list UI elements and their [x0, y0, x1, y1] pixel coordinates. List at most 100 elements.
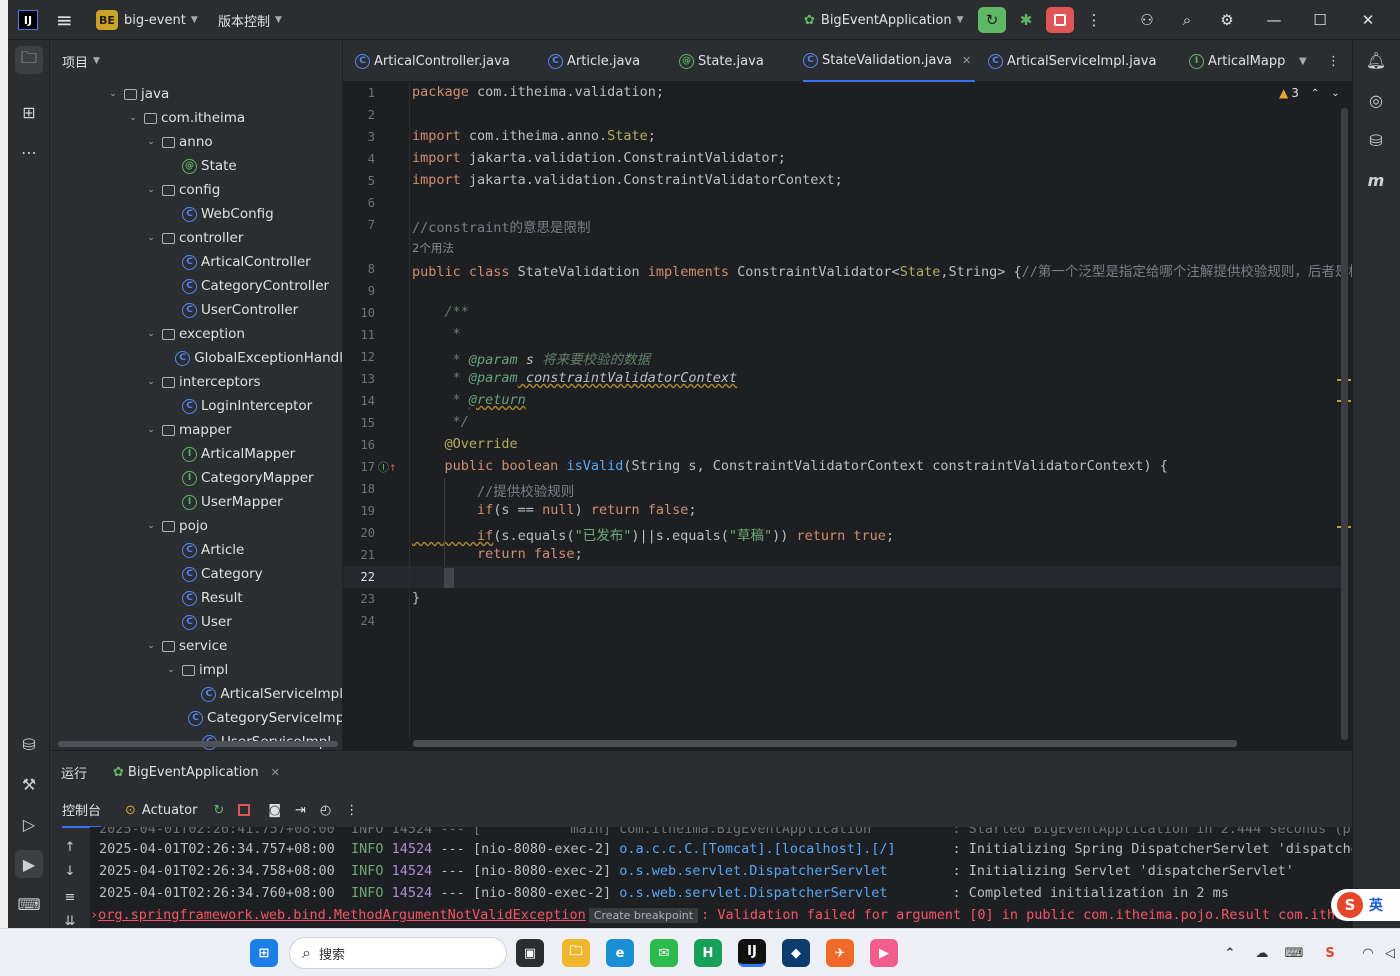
- project-horizontal-scrollbar[interactable]: [58, 741, 338, 747]
- tree-item[interactable]: C Result: [50, 586, 342, 610]
- implements-gutter-icon[interactable]: Ⓘ↑: [378, 459, 397, 475]
- arrow-up-icon[interactable]: ↑: [60, 837, 80, 857]
- soft-wrap-icon[interactable]: ≡: [60, 887, 80, 907]
- vcs-menu[interactable]: 版本控制 ▼: [218, 0, 282, 40]
- editor-vertical-scrollbar[interactable]: [1341, 108, 1348, 740]
- chevron-down-icon[interactable]: ⌄: [144, 641, 158, 651]
- inspection-widget[interactable]: ▲ 3 ⌃ ⌄: [1279, 86, 1340, 100]
- tree-item[interactable]: ⌄ interceptors: [50, 370, 342, 394]
- tree-item[interactable]: I ArticalMapper: [50, 442, 342, 466]
- tab-state[interactable]: @ State.java: [679, 40, 764, 82]
- close-window-button[interactable]: ✕: [1354, 7, 1382, 33]
- debug-button[interactable]: ✱: [1012, 7, 1040, 33]
- services-icon[interactable]: ▷: [15, 810, 43, 838]
- tree-item[interactable]: C User: [50, 610, 342, 634]
- tree-item[interactable]: ⌄ java: [50, 82, 342, 106]
- file-explorer-icon[interactable]: 🗀: [562, 939, 590, 967]
- terminal-icon[interactable]: ⌨: [15, 890, 43, 918]
- task-view-icon[interactable]: ▣: [516, 939, 544, 967]
- notifications-bell-icon[interactable]: 🔔︎: [1362, 46, 1390, 74]
- more-tools-icon[interactable]: ⋯: [15, 138, 43, 166]
- stop-icon[interactable]: [238, 804, 251, 816]
- project-selector[interactable]: BE big-event ▼: [96, 0, 198, 40]
- more-icon[interactable]: ⋮: [345, 803, 358, 818]
- project-folder-icon[interactable]: 🗀: [15, 46, 43, 74]
- database-icon[interactable]: ⛁: [15, 730, 43, 758]
- structure-icon[interactable]: ⊞: [15, 98, 43, 126]
- chevron-down-icon[interactable]: ⌄: [164, 665, 178, 675]
- scroll-to-end-icon[interactable]: ⇊: [60, 911, 80, 929]
- close-tab-icon[interactable]: ✕: [962, 54, 971, 67]
- tray-chevron-up-icon[interactable]: ⌃: [1216, 939, 1244, 967]
- close-tab-icon[interactable]: ✕: [271, 766, 280, 779]
- tree-item[interactable]: ⌄ controller: [50, 226, 342, 250]
- project-panel-header[interactable]: 项目 ▼: [50, 40, 342, 82]
- tree-item[interactable]: ⌄ exception: [50, 322, 342, 346]
- tree-item[interactable]: C UserController: [50, 298, 342, 322]
- restore-layout-icon[interactable]: ⇥: [295, 803, 306, 818]
- run-config-selector[interactable]: ✿ BigEventApplication ▼: [804, 0, 964, 40]
- tab-articalserviceimpl[interactable]: C ArticalServiceImpl.java: [988, 40, 1156, 82]
- console-tab[interactable]: 控制台: [62, 793, 102, 828]
- tree-item[interactable]: I CategoryMapper: [50, 466, 342, 490]
- edge-browser-icon[interactable]: e: [606, 939, 634, 967]
- chevron-down-icon[interactable]: ⌄: [144, 377, 158, 387]
- code-editor[interactable]: 1 2 3 4 5 6 7 8 9 10 11 12 13 14 15 16 1…: [343, 82, 1352, 750]
- chevron-down-icon[interactable]: ⌄: [144, 425, 158, 435]
- mysql-workbench-icon[interactable]: ◆: [782, 939, 810, 967]
- chevron-up-icon[interactable]: ⌃: [1311, 88, 1319, 99]
- rerun-icon[interactable]: ↻: [213, 803, 224, 818]
- console-output[interactable]: 2025-04-01T02:26:41.757+08:00 INFO 14524…: [90, 827, 1352, 928]
- tree-item[interactable]: ⌄ anno: [50, 130, 342, 154]
- tree-item[interactable]: @ State: [50, 154, 342, 178]
- ai-assistant-icon[interactable]: ◎: [1362, 86, 1390, 114]
- usage-hint[interactable]: 2个用法: [412, 240, 454, 256]
- tree-item[interactable]: ⌄ service: [50, 634, 342, 658]
- search-icon[interactable]: ⌕: [1173, 7, 1201, 33]
- tree-item[interactable]: C ArticalController: [50, 250, 342, 274]
- chevron-down-icon[interactable]: ⌄: [144, 521, 158, 531]
- tab-article[interactable]: C Article.java: [548, 40, 640, 82]
- tree-item[interactable]: C Category: [50, 562, 342, 586]
- actuator-tab[interactable]: Actuator: [142, 803, 198, 818]
- windows-start-icon[interactable]: ⊞: [250, 939, 278, 967]
- add-user-icon[interactable]: ⚇: [1133, 7, 1161, 33]
- hbuilder-icon[interactable]: H: [694, 939, 722, 967]
- tabs-overflow-chevron-icon[interactable]: ▼: [1299, 40, 1307, 82]
- bilibili-icon[interactable]: ▶: [870, 939, 898, 967]
- maven-icon[interactable]: m: [1362, 166, 1390, 194]
- tree-item[interactable]: ⌄ mapper: [50, 418, 342, 442]
- chevron-down-icon[interactable]: ⌄: [106, 89, 120, 99]
- app-logo[interactable]: IJ: [18, 0, 38, 40]
- exception-link[interactable]: org.springframework.web.bind.MethodArgum…: [98, 907, 586, 923]
- tabs-more-icon[interactable]: ⋮: [1327, 40, 1340, 82]
- tab-articalcontroller[interactable]: C ArticalController.java: [355, 40, 510, 82]
- tree-item[interactable]: C GlobalExceptionHandl: [50, 346, 342, 370]
- run-config-tab[interactable]: BigEventApplication: [128, 765, 259, 780]
- build-hammer-icon[interactable]: ⚒: [15, 770, 43, 798]
- stop-button[interactable]: [1046, 7, 1074, 33]
- expand-arrow-icon[interactable]: ›: [90, 907, 98, 923]
- tree-item[interactable]: I UserMapper: [50, 490, 342, 514]
- tree-item[interactable]: C CategoryServiceImp: [50, 706, 342, 730]
- cloud-icon[interactable]: ☁: [1248, 939, 1276, 967]
- tree-item[interactable]: C LoginInterceptor: [50, 394, 342, 418]
- profiler-icon[interactable]: ◴: [320, 803, 331, 818]
- run-tool-icon[interactable]: ▶: [15, 850, 43, 878]
- run-tab-label[interactable]: 运行: [61, 763, 87, 782]
- tree-item[interactable]: C CategoryController: [50, 274, 342, 298]
- arrow-down-icon[interactable]: ↓: [60, 861, 80, 881]
- chevron-down-icon[interactable]: ⌄: [126, 113, 140, 123]
- tab-articalmapper[interactable]: I ArticalMapp: [1189, 40, 1285, 82]
- tree-item[interactable]: CUserServiceImpl: [50, 730, 342, 750]
- ime-indicator[interactable]: S英: [1331, 889, 1400, 921]
- sogou-tray-icon[interactable]: S: [1316, 939, 1344, 967]
- input-method-icon[interactable]: ⌨: [1280, 939, 1308, 967]
- create-breakpoint-button[interactable]: Create breakpoint: [588, 908, 699, 923]
- chevron-down-icon[interactable]: ⌄: [144, 137, 158, 147]
- chevron-down-icon[interactable]: ⌄: [1331, 88, 1339, 99]
- rerun-button[interactable]: ↻: [978, 7, 1006, 33]
- tree-item[interactable]: ⌄ config: [50, 178, 342, 202]
- main-menu-icon[interactable]: ≡: [56, 0, 73, 40]
- taskbar-search[interactable]: ⌕ 搜索: [289, 937, 507, 969]
